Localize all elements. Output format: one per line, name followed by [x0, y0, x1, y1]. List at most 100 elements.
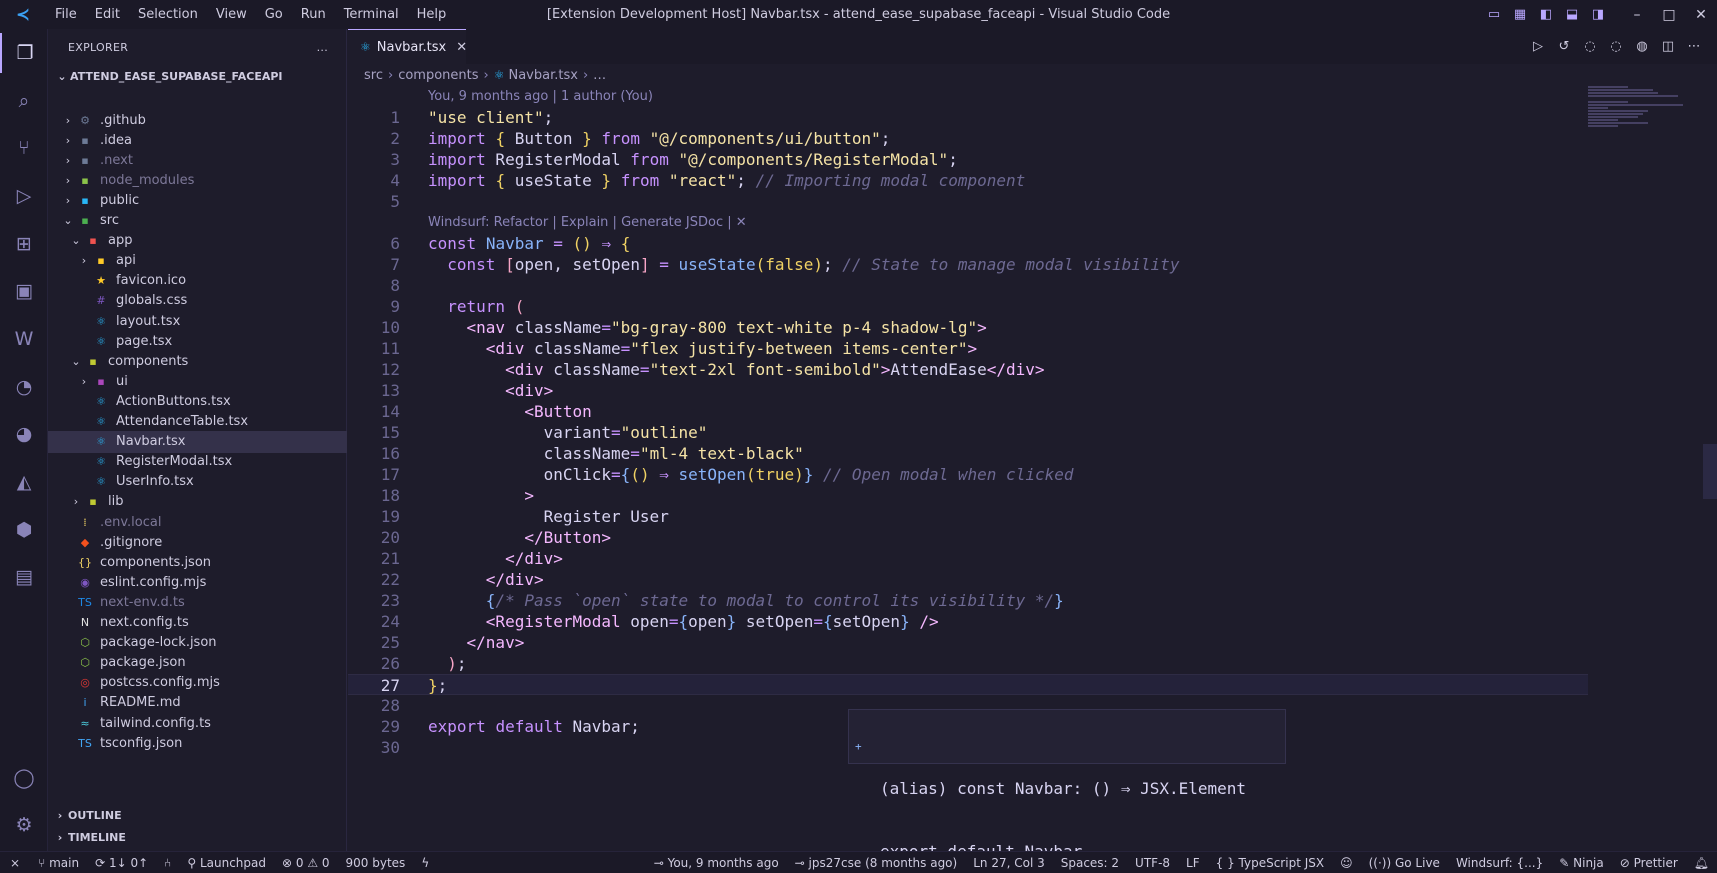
timeline-section[interactable]: › TIMELINE	[48, 826, 347, 848]
copilot-icon[interactable]: ☺	[1332, 856, 1361, 870]
tree-item[interactable]: ⬡ package-lock.json	[48, 632, 347, 654]
ninja-status[interactable]: ✎ Ninja	[1551, 856, 1611, 870]
close-window-icon[interactable]: ✕	[1685, 7, 1717, 23]
toggle-primary-sidebar-icon[interactable]: ◧	[1533, 7, 1559, 22]
git-branch[interactable]: ⑂ main	[30, 856, 87, 870]
tree-item[interactable]: # globals.css	[48, 290, 347, 312]
menu-file[interactable]: File	[46, 0, 86, 29]
tree-item[interactable]: ⁞ .env.local	[48, 511, 347, 533]
source-control-icon[interactable]: ⑂	[0, 128, 48, 168]
tree-item[interactable]: ◉ eslint.config.mjs	[48, 571, 347, 593]
maximize-icon[interactable]: □	[1653, 7, 1685, 23]
tree-item[interactable]: › ⚙ .github	[48, 109, 347, 131]
search-icon[interactable]: ⌕	[0, 81, 48, 121]
breadcrumb-item-src[interactable]: src	[364, 68, 383, 83]
tree-item[interactable]: ⚛ ActionButtons.tsx	[48, 390, 347, 412]
prisma-icon[interactable]: ◭	[0, 462, 48, 502]
tree-item[interactable]: › ▪ .next	[48, 149, 347, 171]
launchpad[interactable]: ⚲ Launchpad	[179, 856, 274, 870]
tree-item[interactable]: › ▪ lib	[48, 491, 347, 513]
breadcrumb-item-components[interactable]: components	[398, 68, 478, 83]
end-of-line[interactable]: LF	[1178, 856, 1208, 870]
windsurf-icon[interactable]: W	[0, 319, 48, 359]
breadcrumb-item-symbol[interactable]: …	[593, 68, 606, 83]
menu-go[interactable]: Go	[256, 0, 292, 29]
more-actions-icon[interactable]: ⋯	[1681, 39, 1707, 54]
workspace-root[interactable]: ⌄ ATTEND_EASE_SUPABASE_FACEAPI	[48, 65, 346, 87]
more-actions-icon[interactable]: ...	[317, 41, 328, 54]
menu-view[interactable]: View	[207, 0, 256, 29]
tree-item[interactable]: › ▪ .idea	[48, 129, 347, 151]
tree-item[interactable]: ★ favicon.ico	[48, 270, 347, 292]
git-graph-icon[interactable]: ◔	[0, 367, 48, 407]
encoding[interactable]: UTF-8	[1127, 856, 1178, 870]
tree-item[interactable]: ⚛ UserInfo.tsx	[48, 471, 347, 493]
tree-item[interactable]: › ▪ api	[48, 250, 347, 272]
breadcrumb-item-file[interactable]: Navbar.tsx	[508, 68, 577, 83]
go-live[interactable]: ((·)) Go Live	[1361, 856, 1448, 870]
explorer-icon[interactable]: ❐	[0, 33, 48, 73]
customize-layout-icon[interactable]: ▦	[1507, 7, 1533, 22]
split-editor-icon[interactable]: ◫	[1655, 39, 1681, 54]
lightning-icon[interactable]: ϟ	[413, 856, 437, 870]
git-graph-status-icon[interactable]: ⑃	[156, 856, 179, 870]
tree-item[interactable]: › ▪ ui	[48, 370, 347, 392]
tree-item[interactable]: TS next-env.d.ts	[48, 591, 347, 613]
vertical-scrollbar[interactable]	[1703, 444, 1717, 499]
minimize-icon[interactable]: –	[1621, 7, 1653, 23]
tree-item[interactable]: ≈ tailwind.config.ts	[48, 712, 347, 734]
run-debug-icon[interactable]: ▷	[0, 176, 48, 216]
settings-gear-icon[interactable]: ⚙	[0, 805, 48, 845]
git-blame-codelens[interactable]: You, 9 months ago | 1 author (You)	[428, 86, 653, 107]
language-mode[interactable]: { } TypeScript JSX	[1208, 856, 1332, 870]
tree-item[interactable]: TS tsconfig.json	[48, 732, 347, 754]
tree-item[interactable]: i README.md	[48, 692, 347, 714]
tree-item[interactable]: ◎ postcss.config.mjs	[48, 672, 347, 694]
tree-item[interactable]: ⬡ package.json	[48, 652, 347, 674]
tree-item[interactable]: ⌄ ▪ components	[48, 350, 347, 372]
run-icon[interactable]: ▷	[1525, 39, 1551, 54]
tree-item[interactable]: ⚛ page.tsx	[48, 330, 347, 352]
problems-indicator[interactable]: ⊗ 0 ⚠ 0	[274, 856, 338, 870]
notifications-bell-icon[interactable]: 🔔︎	[1686, 856, 1717, 870]
menu-run[interactable]: Run	[292, 0, 335, 29]
git-sync[interactable]: ⟳ 1↓ 0↑	[87, 856, 156, 870]
toggle-secondary-sidebar-icon[interactable]: ◨	[1585, 7, 1611, 22]
prettier-status[interactable]: ⊘ Prettier	[1612, 856, 1686, 870]
git-commit-author[interactable]: ⊸ jps27cse (8 months ago)	[787, 856, 966, 870]
project-manager-icon[interactable]: ▤	[0, 557, 48, 597]
minimap[interactable]	[1588, 86, 1688, 156]
windsurf-status[interactable]: Windsurf: {...}	[1448, 856, 1551, 870]
cursor-position[interactable]: Ln 27, Col 3	[965, 856, 1053, 870]
tree-item[interactable]: › ▪ public	[48, 189, 347, 211]
database-icon[interactable]: ⬢	[0, 510, 48, 550]
indentation[interactable]: Spaces: 2	[1053, 856, 1127, 870]
tree-item[interactable]: {} components.json	[48, 551, 347, 573]
close-tab-icon[interactable]: ✕	[456, 40, 467, 55]
tree-item[interactable]: ⚛ AttendanceTable.tsx	[48, 411, 347, 433]
tree-item[interactable]: › ▪ node_modules	[48, 169, 347, 191]
git-previous-icon[interactable]: ◌	[1577, 39, 1603, 54]
extensions-icon[interactable]: ⊞	[0, 224, 48, 264]
tree-item[interactable]: ⌄ ▪ app	[48, 230, 347, 252]
tree-item[interactable]: Nnext.config.ts	[48, 612, 347, 634]
tree-item[interactable]: ◆ .gitignore	[48, 531, 347, 553]
tab-navbar-tsx[interactable]: ⚛ Navbar.tsx ✕	[348, 29, 467, 64]
menu-terminal[interactable]: Terminal	[335, 0, 408, 29]
account-icon[interactable]: ◯	[0, 758, 48, 798]
windsurf-codelens[interactable]: Windsurf: Refactor | Explain | Generate …	[428, 212, 747, 233]
tree-item[interactable]: ⚛ layout.tsx	[48, 310, 347, 332]
menu-edit[interactable]: Edit	[86, 0, 129, 29]
go-back-icon[interactable]: ↺	[1551, 39, 1577, 54]
remote-explorer-icon[interactable]: ▣	[0, 271, 48, 311]
remote-indicator[interactable]: ⨯	[0, 856, 30, 870]
tree-item[interactable]: ⚛ Navbar.tsx	[48, 430, 347, 453]
tree-item[interactable]: ⚛ RegisterModal.tsx	[48, 451, 347, 473]
menu-selection[interactable]: Selection	[129, 0, 207, 29]
git-lens-icon[interactable]: ◍	[1629, 39, 1655, 54]
tree-item[interactable]: ⌄ ▪ src	[48, 210, 347, 232]
toggle-panel-icon[interactable]: ⬓	[1559, 7, 1585, 22]
outline-section[interactable]: › OUTLINE	[48, 804, 347, 826]
git-blame-status[interactable]: ⊸ You, 9 months ago	[646, 856, 787, 870]
docker-icon[interactable]: ◕	[0, 414, 48, 454]
